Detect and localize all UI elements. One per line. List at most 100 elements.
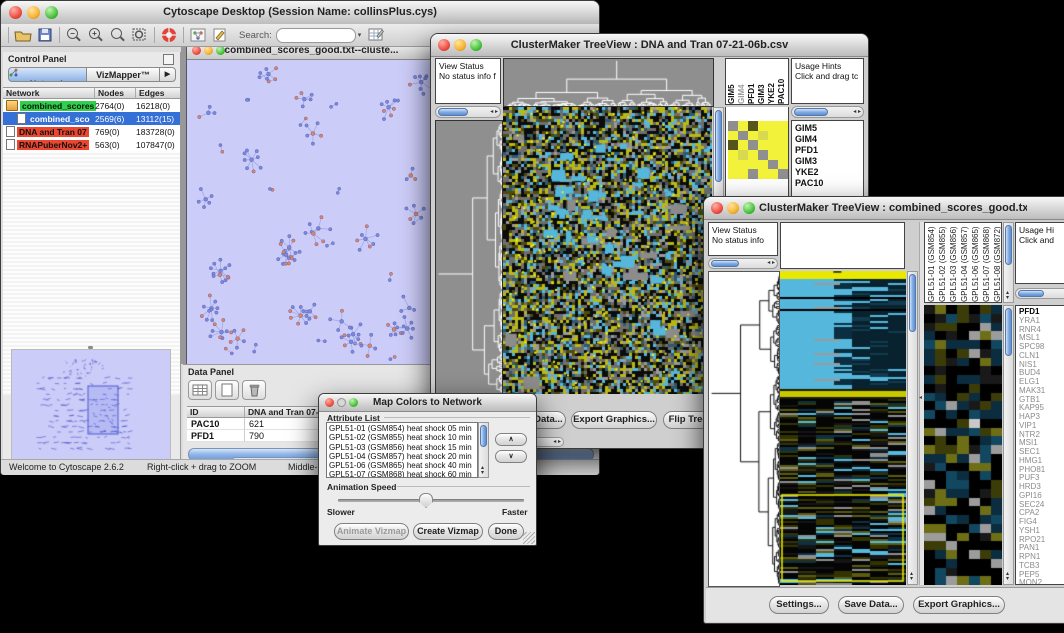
move-up-button[interactable]: ∧ <box>495 433 527 446</box>
new-attribute-button[interactable] <box>215 380 239 400</box>
matrix-cell[interactable] <box>778 160 788 170</box>
array-label[interactable]: GPL51-08 (GSM872) <box>992 224 1002 302</box>
tv2-button-export-graphics[interactable]: Export Graphics... <box>913 596 1005 614</box>
scrollbar-arrows[interactable]: ▴▾ <box>1006 291 1009 301</box>
column-header[interactable]: ID <box>187 406 245 418</box>
gene-label[interactable]: GIM4 <box>795 134 863 145</box>
attribute-table-icon[interactable] <box>366 26 386 44</box>
tv1-status-scrollbar[interactable]: ◂ ▸ <box>435 106 501 118</box>
tv2-zoom-scrollbar[interactable]: ▴▾ <box>1003 305 1014 585</box>
array-label[interactable]: GPL51-04 (GSM857) <box>959 224 970 302</box>
tab-vizmapper[interactable]: VizMapper™ <box>86 67 160 82</box>
matrix-cell[interactable] <box>778 121 788 131</box>
matrix-cell[interactable] <box>778 140 788 150</box>
create-vizmap-button[interactable]: Create Vizmap <box>413 523 483 540</box>
scrollbar-arrows[interactable]: ◂ ▸ <box>553 440 561 445</box>
zoom-in-icon[interactable]: + <box>86 26 106 44</box>
tv1-similarity-matrix[interactable] <box>728 121 788 179</box>
save-icon[interactable] <box>35 26 55 44</box>
matrix-cell[interactable] <box>738 140 748 150</box>
scrollbar-arrows[interactable]: ▴▾ <box>1006 572 1009 582</box>
scrollbar-thumb[interactable] <box>1005 225 1012 265</box>
speed-slider-thumb[interactable] <box>419 493 433 508</box>
matrix-cell[interactable] <box>768 140 778 150</box>
scrollbar-thumb[interactable] <box>1005 308 1012 356</box>
column-header[interactable]: Nodes <box>95 87 136 99</box>
table-cell[interactable]: PAC10 <box>187 418 245 430</box>
scrollbar-thumb[interactable] <box>909 274 916 332</box>
attribute-list-item[interactable]: GPL51-04 (GSM857) heat shock 20 min <box>329 452 477 461</box>
matrix-cell[interactable] <box>738 160 748 170</box>
help-lifesaver-icon[interactable] <box>159 26 179 44</box>
network-overview-thumbnail[interactable] <box>11 349 171 461</box>
matrix-cell[interactable] <box>728 140 738 150</box>
import-network-icon[interactable] <box>188 26 208 44</box>
matrix-cell[interactable] <box>758 121 768 131</box>
scrollbar-thumb[interactable] <box>715 110 722 182</box>
matrix-cell[interactable] <box>758 131 768 141</box>
network-list-row[interactable]: RNAPuberNov2+563(0)107847(0) <box>3 138 180 151</box>
matrix-cell[interactable] <box>768 150 778 160</box>
matrix-cell[interactable] <box>748 150 758 160</box>
matrix-cell[interactable] <box>768 160 778 170</box>
tv2-button-save-data[interactable]: Save Data... <box>838 596 904 614</box>
array-label[interactable]: PFD1 <box>747 60 757 104</box>
matrix-cell[interactable] <box>758 169 768 179</box>
scrollbar-arrows[interactable]: ▴▾ <box>481 466 484 476</box>
tv1-button-export-graphics[interactable]: Export Graphics... <box>571 411 657 429</box>
tv2-array-dendrogram-panel[interactable] <box>780 222 905 269</box>
attribute-list-item[interactable]: GPL51-02 (GSM855) heat shock 10 min <box>329 433 477 442</box>
matrix-cell[interactable] <box>758 140 768 150</box>
scrollbar-thumb[interactable] <box>438 108 468 116</box>
resize-grip[interactable] <box>523 532 535 544</box>
tv2-array-labels-scrollbar[interactable]: ▴▾ <box>1003 222 1014 303</box>
tv1-title-bar[interactable]: ClusterMaker TreeView : DNA and Tran 07-… <box>431 34 868 57</box>
attribute-list-scrollbar[interactable]: ▴▾ <box>478 422 489 478</box>
network-list-row[interactable]: combined_scores2764(0)16218(0) <box>3 99 180 112</box>
scrollbar-arrows[interactable]: ◂ ▸ <box>767 261 775 266</box>
network-view-window-1[interactable]: combined_scores_good.txt--cluste... <box>186 47 437 364</box>
array-label[interactable]: GPL51-06 (GSM865) <box>970 224 981 302</box>
array-label[interactable]: GPL51-02 (GSM855) <box>937 224 948 302</box>
array-label[interactable]: GIM4 <box>737 60 747 104</box>
matrix-cell[interactable] <box>738 121 748 131</box>
matrix-cell[interactable] <box>768 169 778 179</box>
attribute-list-item[interactable]: GPL51-01 (GSM854) heat shock 05 min <box>329 424 477 433</box>
matrix-cell[interactable] <box>728 169 738 179</box>
tv2-title-bar[interactable]: ClusterMaker TreeView : combined_scores_… <box>704 197 1064 220</box>
network-list-row[interactable]: DNA and Tran 07769(0)183728(0) <box>3 125 180 138</box>
matrix-cell[interactable] <box>728 131 738 141</box>
gene-label[interactable]: GIM5 <box>795 123 863 134</box>
gene-label[interactable]: PAC10 <box>795 178 863 189</box>
close-icon[interactable] <box>711 202 723 214</box>
scrollbar-arrows[interactable]: ▴▾ <box>910 572 913 582</box>
annotation-icon[interactable] <box>210 26 230 44</box>
zoom-fit-icon[interactable] <box>130 26 150 44</box>
matrix-cell[interactable] <box>738 131 748 141</box>
tab-overflow[interactable]: ▶ <box>159 67 176 82</box>
matrix-cell[interactable] <box>738 169 748 179</box>
tv2-button-settings[interactable]: Settings... <box>769 596 829 614</box>
tv2-hints-scrollbar[interactable] <box>1015 288 1064 299</box>
tv1-hints-scrollbar[interactable]: ◂ ▸ <box>791 106 864 118</box>
tv2-zoom-heatmap[interactable] <box>924 305 1002 585</box>
child1-title-bar[interactable]: combined_scores_good.txt--cluste... <box>187 47 436 60</box>
scrollbar-thumb[interactable] <box>1018 290 1044 297</box>
delete-attribute-button[interactable] <box>242 380 266 400</box>
column-header[interactable]: Edges <box>136 87 180 99</box>
attribute-list-item[interactable]: GPL51-06 (GSM865) heat shock 40 min <box>329 461 477 470</box>
tv2-gene-dendrogram[interactable] <box>708 271 780 587</box>
tv1-heatmap[interactable] <box>503 107 712 394</box>
dialog-title-bar[interactable]: Map Colors to Network <box>319 394 536 412</box>
scrollbar-thumb[interactable] <box>711 260 739 267</box>
gene-label[interactable]: MON2 <box>1019 579 1064 585</box>
matrix-cell[interactable] <box>768 131 778 141</box>
zoom-selected-icon[interactable] <box>108 26 128 44</box>
gene-label[interactable]: GIM3 <box>795 156 863 167</box>
tv1-gene-dendrogram[interactable] <box>435 120 503 396</box>
matrix-cell[interactable] <box>728 160 738 170</box>
minimize-icon[interactable] <box>727 202 739 214</box>
tv1-array-labels[interactable]: GIM5GIM4PFD1GIM3YKE2PAC10 <box>725 58 789 105</box>
open-file-icon[interactable] <box>13 26 33 44</box>
array-label[interactable]: GIM5 <box>727 60 737 104</box>
